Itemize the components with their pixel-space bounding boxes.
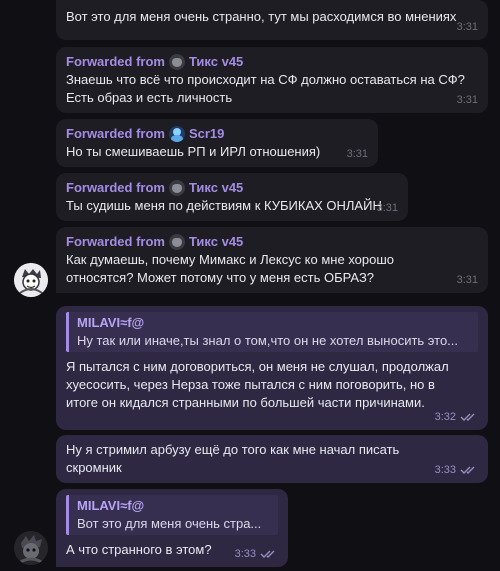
- message-time: 3:33: [434, 464, 456, 476]
- message-time: 3:31: [456, 274, 478, 286]
- own-avatar[interactable]: [14, 531, 48, 565]
- sender-avatar-icon: [168, 234, 185, 250]
- message-text: Но ты смешиваешь РП и ИРЛ отношения): [66, 144, 321, 159]
- sender-avatar-icon: [168, 180, 185, 196]
- reply-author: MILAVI≈f@: [77, 315, 145, 330]
- forwarded-label: Forwarded from: [66, 126, 165, 141]
- reply-preview[interactable]: MILAVI≈f@ Ну так или иначе,ты знал о том…: [66, 312, 478, 352]
- message-time: 3:31: [456, 21, 478, 33]
- message-time: 3:31: [346, 148, 368, 160]
- forwarded-message-bubble[interactable]: Forwarded from Тикс v45 Ты судишь меня п…: [56, 173, 408, 221]
- forwarded-label: Forwarded from: [66, 54, 165, 69]
- reply-author: MILAVI≈f@: [77, 498, 145, 513]
- message-time: 3:33: [234, 548, 256, 560]
- forwarded-message-bubble[interactable]: Forwarded from Тикс v45 Как думаешь, поч…: [56, 227, 488, 293]
- message-text: Ну я стримил арбузу ещё до того как мне …: [66, 442, 400, 475]
- forwarded-message-bubble[interactable]: Forwarded from Тикс v45 Знаешь что всё ч…: [56, 47, 488, 113]
- forwarded-sender[interactable]: Тикс v45: [189, 179, 243, 197]
- message-text: Как думаешь, почему Мимакс и Лексус ко м…: [66, 252, 395, 285]
- message-text: Знаешь что всё что происходит на СФ долж…: [66, 72, 465, 105]
- message-time: 3:32: [434, 411, 456, 423]
- forwarded-message-bubble[interactable]: Forwarded from Scr19 Но ты смешиваешь РП…: [56, 119, 378, 167]
- message-bubble[interactable]: Вот это для меня очень странно, тут мы р…: [56, 0, 488, 40]
- forwarded-sender[interactable]: Тикс v45: [189, 53, 243, 71]
- forwarded-label: Forwarded from: [66, 180, 165, 195]
- forwarded-sender[interactable]: Тикс v45: [189, 233, 243, 251]
- double-check-icon: [460, 466, 475, 474]
- forwarded-header[interactable]: Forwarded from Scr19: [66, 125, 368, 143]
- message-status: 3:32: [435, 408, 478, 426]
- message-text: Ты судишь меня по действиям к КУБИКАХ ОН…: [66, 198, 382, 213]
- sender-avatar-icon: [168, 126, 185, 142]
- forwarded-label: Forwarded from: [66, 234, 165, 249]
- character-avatar-icon: [14, 531, 48, 565]
- reply-text: Вот это для меня очень стра...: [77, 516, 262, 531]
- outgoing-message-bubble[interactable]: Ну я стримил арбузу ещё до того как мне …: [56, 435, 488, 483]
- forwarded-sender[interactable]: Scr19: [189, 125, 224, 143]
- message-status: 3:33: [235, 545, 278, 563]
- message-time: 3:31: [376, 202, 398, 214]
- sender-avatar-icon: [168, 54, 185, 70]
- outgoing-message-bubble[interactable]: MILAVI≈f@ Ну так или иначе,ты знал о том…: [56, 306, 488, 430]
- reply-preview[interactable]: MILAVI≈f@ Вот это для меня очень стра...: [66, 495, 278, 535]
- message-text: Вот это для меня очень странно, тут мы р…: [66, 9, 457, 24]
- message-status: 3:33: [435, 461, 478, 479]
- forwarded-header[interactable]: Forwarded from Тикс v45: [66, 233, 478, 251]
- outgoing-message-bubble[interactable]: MILAVI≈f@ Вот это для меня очень стра...…: [56, 489, 288, 567]
- double-check-icon: [460, 413, 475, 421]
- double-check-icon: [260, 550, 275, 558]
- forwarded-header[interactable]: Forwarded from Тикс v45: [66, 179, 398, 197]
- forwarded-header[interactable]: Forwarded from Тикс v45: [66, 53, 478, 71]
- sender-avatar[interactable]: [14, 263, 48, 297]
- character-avatar-icon: [14, 263, 48, 297]
- reply-text: Ну так или иначе,ты знал о том,что он не…: [77, 333, 459, 348]
- message-time: 3:31: [456, 94, 478, 106]
- message-text: Я пытался с ним договориться, он меня не…: [66, 359, 449, 410]
